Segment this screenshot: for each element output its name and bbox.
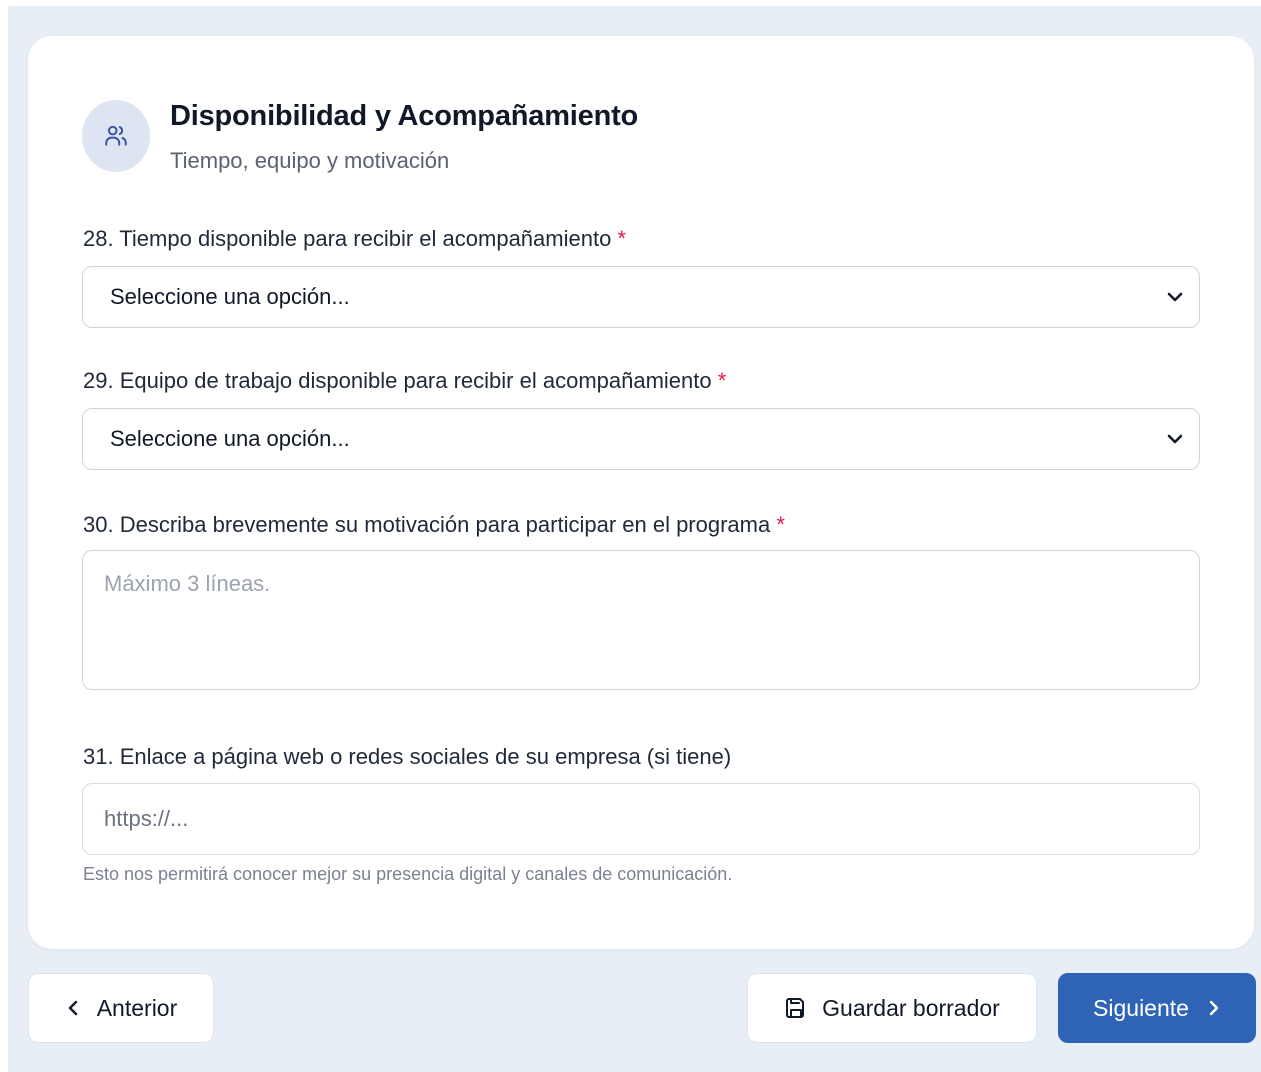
chevron-down-icon <box>1165 287 1185 307</box>
previous-button-label: Anterior <box>96 994 178 1021</box>
question-29-select[interactable]: Seleccione una opción... <box>82 408 1200 470</box>
question-30-label: 30. Describa brevemente su motivación pa… <box>83 512 785 538</box>
next-button[interactable]: Siguiente <box>1058 973 1256 1043</box>
section-title: Disponibilidad y Acompañamiento <box>170 100 639 132</box>
website-url-hint: Esto nos permitirá conocer mejor su pres… <box>83 864 733 884</box>
required-asterisk: * <box>717 368 727 393</box>
next-button-label: Siguiente <box>1093 994 1189 1021</box>
question-28-text: 28. Tiempo disponible para recibir el ac… <box>83 226 612 251</box>
chevron-down-icon <box>1165 429 1185 449</box>
chevron-left-icon <box>65 999 81 1017</box>
question-30-textarea[interactable]: Máximo 3 líneas. <box>82 550 1200 690</box>
input-placeholder: https://... <box>104 806 189 831</box>
required-asterisk: * <box>617 226 626 251</box>
question-29-label: 29. Equipo de trabajo disponible para re… <box>83 368 726 394</box>
website-url-input[interactable]: https://... <box>82 783 1200 855</box>
save-draft-label: Guardar borrador <box>822 994 1000 1021</box>
select-value: Seleccione una opción... <box>110 426 350 451</box>
question-30-text: 30. Describa brevemente su motivación pa… <box>83 512 771 537</box>
page-background: Disponibilidad y Acompañamiento Tiempo, … <box>8 6 1261 1072</box>
section-icon-badge <box>82 100 150 172</box>
question-31-label: 31. Enlace a página web o redes sociales… <box>83 744 731 770</box>
previous-button[interactable]: Anterior <box>28 973 214 1043</box>
required-asterisk: * <box>776 512 785 537</box>
question-28-select[interactable]: Seleccione una opción... <box>82 266 1200 328</box>
section-subtitle: Tiempo, equipo y motivación <box>170 148 450 173</box>
save-draft-button[interactable]: Guardar borrador <box>747 973 1037 1043</box>
textarea-placeholder: Máximo 3 líneas. <box>104 571 271 596</box>
question-28-label: 28. Tiempo disponible para recibir el ac… <box>83 226 626 252</box>
users-icon <box>103 123 129 149</box>
question-29-text: 29. Equipo de trabajo disponible para re… <box>83 368 712 393</box>
form-card: Disponibilidad y Acompañamiento Tiempo, … <box>28 36 1254 949</box>
select-value: Seleccione una opción... <box>110 284 350 309</box>
chevron-right-icon <box>1207 999 1221 1017</box>
question-31-text: 31. Enlace a página web o redes sociales… <box>83 744 732 769</box>
save-icon <box>784 996 808 1020</box>
